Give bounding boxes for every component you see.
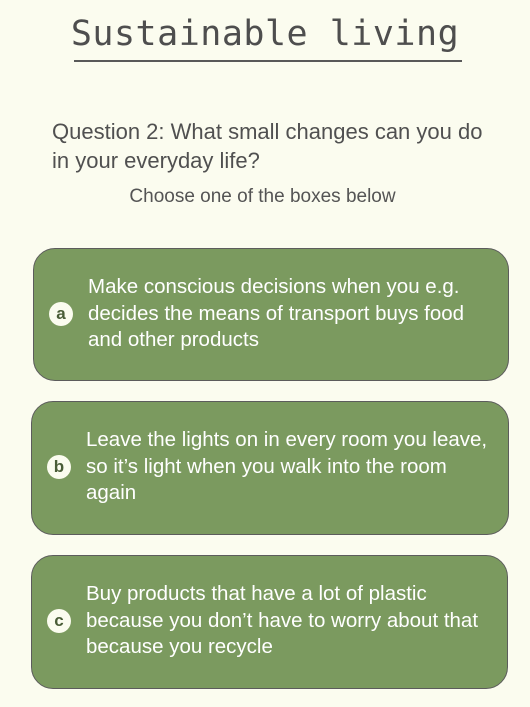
option-a-button[interactable]: a Make conscious decisions when you e.g.… (33, 248, 509, 381)
option-b-badge: b (47, 455, 71, 479)
instruction-text: Choose one of the boxes below (129, 186, 396, 207)
option-c-text: Buy products that have a lot of plastic … (86, 582, 479, 658)
question-text: Question 2: What small changes can you d… (52, 119, 483, 173)
option-b-button[interactable]: b Leave the lights on in every room you … (31, 401, 509, 535)
page-title: Sustainable living (70, 14, 460, 54)
option-c-badge: c (47, 609, 71, 633)
option-b-text: Leave the lights on in every room you le… (86, 428, 488, 504)
option-c-button[interactable]: c Buy products that have a lot of plasti… (31, 555, 508, 689)
option-a-text: Make conscious decisions when you e.g. d… (88, 275, 465, 351)
option-a-badge: a (49, 302, 73, 326)
title-underline (74, 60, 462, 62)
